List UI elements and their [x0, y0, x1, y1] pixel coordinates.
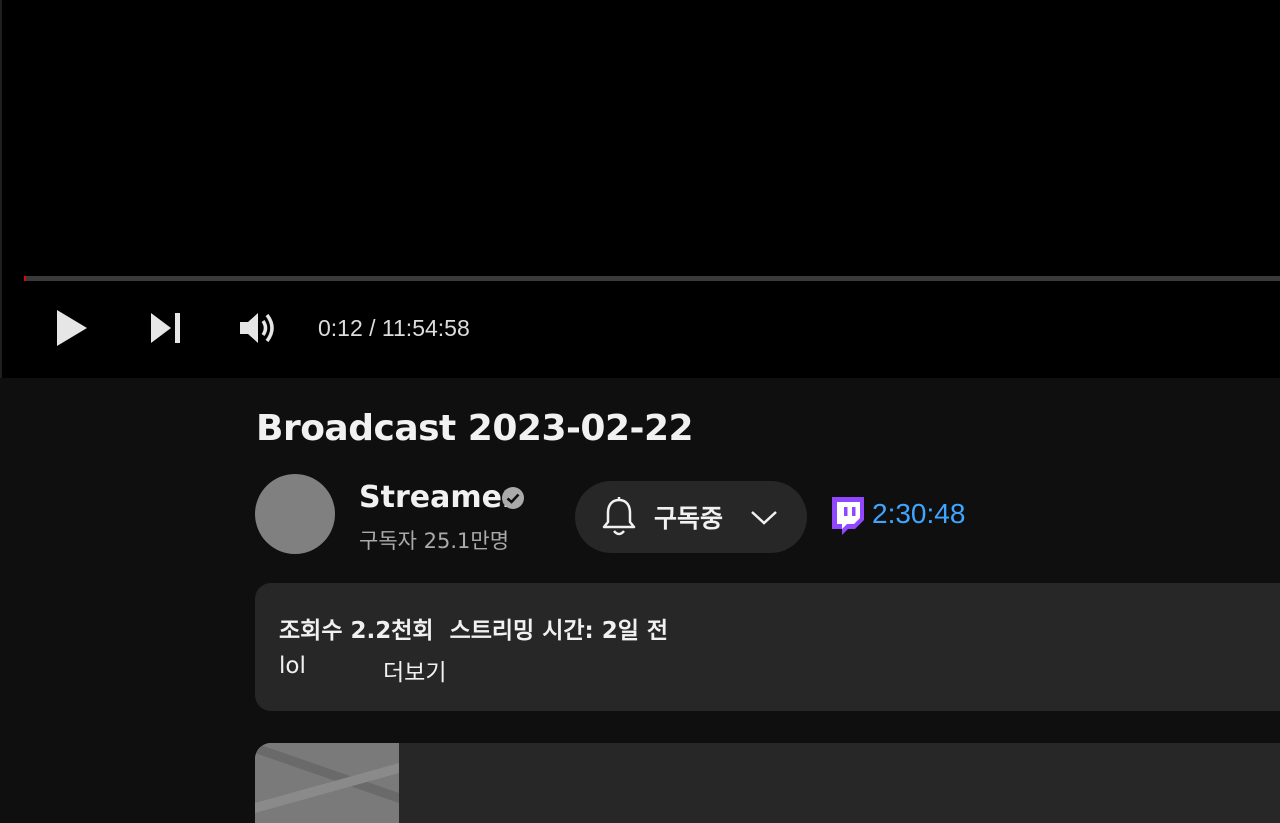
bell-icon — [599, 495, 639, 539]
video-player[interactable]: 0:12 / 11:54:58 — [2, 0, 1280, 378]
view-count-and-date: 조회수 2.2천회 스트리밍 시간: 2일 전 — [279, 618, 669, 644]
play-icon — [55, 308, 89, 352]
volume-button[interactable] — [234, 306, 282, 354]
related-item-card[interactable] — [255, 743, 1280, 823]
next-track-icon — [148, 311, 184, 349]
left-divider — [0, 0, 2, 378]
description-box[interactable]: 조회수 2.2천회 스트리밍 시간: 2일 전 lol 더보기 — [255, 583, 1280, 711]
progress-bar[interactable] — [24, 276, 1280, 281]
time-display: 0:12 / 11:54:58 — [318, 315, 470, 341]
show-more-button[interactable]: 더보기 — [383, 653, 446, 687]
description-text: lol — [279, 653, 306, 679]
twitch-timestamp-link[interactable]: 2:30:48 — [872, 498, 965, 530]
progress-fill — [24, 276, 26, 281]
subscriber-count: 구독자 25.1만명 — [359, 529, 510, 553]
chevron-down-icon — [749, 505, 779, 529]
next-button[interactable] — [142, 306, 190, 354]
verified-check-icon — [501, 486, 525, 510]
volume-icon — [237, 309, 279, 351]
play-button[interactable] — [48, 306, 96, 354]
subscribed-label: 구독중 — [654, 504, 724, 533]
avatar[interactable] — [255, 474, 335, 554]
subscribed-button[interactable]: 구독중 — [575, 481, 807, 553]
twitch-icon — [829, 496, 865, 536]
thumbnail — [255, 743, 399, 823]
channel-name[interactable]: Streamer — [359, 480, 517, 515]
video-title: Broadcast 2023-02-22 — [256, 408, 694, 449]
